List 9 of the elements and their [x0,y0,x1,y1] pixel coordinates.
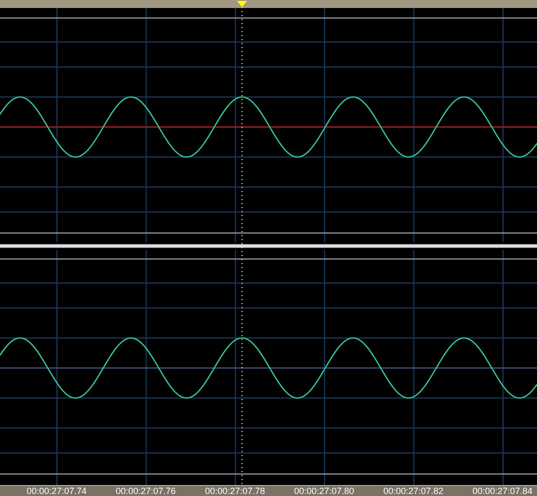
time-label: 00:00:27:07.74 [26,486,87,496]
time-label: 00:00:27:07.84 [472,486,533,496]
time-label: 00:00:27:07.78 [204,486,265,496]
time-label: 00:00:27:07.76 [116,486,176,496]
playhead-marker[interactable] [236,0,248,485]
time-ruler[interactable]: 00:00:27:07.74 00:00:27:07.76 00:00:27:07.78 00:00:27:07.80 00:00:27:07.82 00:00:27:07.84 [0,485,537,496]
track-separator[interactable] [0,242,537,250]
time-label: 00:00:27:07.80 [294,486,354,496]
time-label: 00:00:27:07.82 [383,486,444,496]
